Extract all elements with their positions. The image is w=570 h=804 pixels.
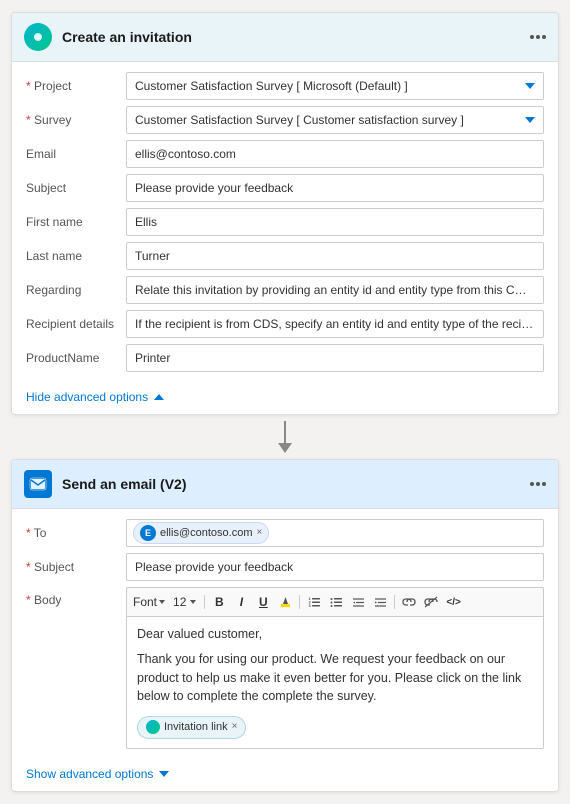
productname-label: ProductName [26, 351, 126, 365]
email-subject-input[interactable] [126, 553, 544, 581]
project-chevron-icon [525, 83, 535, 89]
body-editor-wrapper: Font 12 B I U 123 [126, 587, 544, 749]
to-row: To E ellis@contoso.com × [26, 519, 544, 547]
show-advanced-label: Show advanced options [26, 767, 153, 781]
arrow-head [278, 443, 292, 453]
lastname-input[interactable] [126, 242, 544, 270]
productname-input[interactable] [126, 344, 544, 372]
show-advanced-button[interactable]: Show advanced options [12, 759, 558, 791]
show-advanced-chevron-icon [159, 771, 169, 777]
project-row: Project [26, 72, 544, 100]
regarding-row: Regarding [26, 276, 544, 304]
card1-header: Create an invitation [12, 13, 558, 62]
font-size-value: 12 [171, 595, 188, 609]
link-button[interactable] [399, 592, 419, 612]
fontsize-dropdown-icon [190, 600, 196, 604]
recipient-input[interactable] [126, 310, 544, 338]
to-label: To [26, 526, 126, 540]
productname-row: ProductName [26, 344, 544, 372]
recipient-row: Recipient details [26, 310, 544, 338]
underline-button[interactable]: U [253, 592, 273, 612]
svg-text:3: 3 [308, 603, 311, 608]
to-tag-email: ellis@contoso.com [160, 527, 252, 539]
card1-body: Project Survey Email [12, 62, 558, 382]
highlight-button[interactable] [275, 592, 295, 612]
project-dropdown-button[interactable] [520, 76, 540, 96]
to-field[interactable]: E ellis@contoso.com × [126, 519, 544, 547]
project-input-wrapper [126, 72, 544, 100]
body-line1: Dear valued customer, [137, 625, 533, 644]
send-email-card: Send an email (V2) To E ellis@contoso.co… [11, 459, 559, 792]
body-editor[interactable]: Dear valued customer, Thank you for usin… [126, 616, 544, 749]
hide-advanced-label: Hide advanced options [26, 390, 148, 404]
toolbar-divider-2 [299, 595, 300, 609]
body-label: Body [26, 587, 126, 607]
card2-icon [24, 470, 52, 498]
to-tag-close-button[interactable]: × [256, 528, 262, 538]
invitation-link-close-button[interactable]: × [232, 722, 238, 732]
invitation-link-tag: Invitation link × [137, 716, 246, 739]
card1-icon [24, 23, 52, 51]
lastname-label: Last name [26, 249, 126, 263]
survey-label: Survey [26, 113, 126, 127]
unordered-list-button[interactable] [326, 592, 346, 612]
survey-dropdown-button[interactable] [520, 110, 540, 130]
outdent-button[interactable] [348, 592, 368, 612]
card2-title: Send an email (V2) [62, 476, 520, 492]
create-invitation-card: Create an invitation Project Survey [11, 12, 559, 415]
unlink-button[interactable] [421, 592, 441, 612]
survey-input[interactable] [126, 106, 544, 134]
toolbar-divider-1 [204, 595, 205, 609]
email-subject-label: Subject [26, 560, 126, 574]
survey-input-wrapper [126, 106, 544, 134]
ordered-list-button[interactable]: 123 [304, 592, 324, 612]
italic-button[interactable]: I [231, 592, 251, 612]
bold-button[interactable]: B [209, 592, 229, 612]
email-label: Email [26, 147, 126, 161]
firstname-label: First name [26, 215, 126, 229]
email-row: Email [26, 140, 544, 168]
survey-row: Survey [26, 106, 544, 134]
subject-label: Subject [26, 181, 126, 195]
project-label: Project [26, 79, 126, 93]
project-input[interactable] [126, 72, 544, 100]
hide-advanced-chevron-icon [154, 394, 164, 400]
subject-input[interactable] [126, 174, 544, 202]
recipient-label: Recipient details [26, 317, 126, 331]
card1-title: Create an invitation [62, 29, 520, 45]
toolbar-divider-3 [394, 595, 395, 609]
lastname-row: Last name [26, 242, 544, 270]
firstname-input[interactable] [126, 208, 544, 236]
body-line2: Thank you for using our product. We requ… [137, 650, 533, 706]
card1-menu-button[interactable] [530, 35, 546, 39]
email-subject-row: Subject [26, 553, 544, 581]
invitation-link-icon [146, 720, 160, 734]
regarding-label: Regarding [26, 283, 126, 297]
font-dropdown-icon [159, 600, 165, 604]
invitation-link-label: Invitation link [164, 719, 228, 736]
html-button[interactable]: </> [443, 592, 463, 612]
firstname-row: First name [26, 208, 544, 236]
hide-advanced-button[interactable]: Hide advanced options [12, 382, 558, 414]
arrow-line [284, 421, 286, 443]
to-tag: E ellis@contoso.com × [133, 522, 269, 544]
to-tag-avatar: E [140, 525, 156, 541]
email-input[interactable] [126, 140, 544, 168]
body-toolbar: Font 12 B I U 123 [126, 587, 544, 616]
flow-arrow [278, 415, 292, 459]
card2-body: To E ellis@contoso.com × Subject Body [12, 509, 558, 759]
body-row: Body Font 12 B I U [26, 587, 544, 749]
card2-header: Send an email (V2) [12, 460, 558, 509]
card2-menu-button[interactable] [530, 482, 546, 486]
survey-chevron-icon [525, 117, 535, 123]
regarding-input[interactable] [126, 276, 544, 304]
indent-button[interactable] [370, 592, 390, 612]
font-label: Font [133, 595, 157, 609]
subject-row: Subject [26, 174, 544, 202]
